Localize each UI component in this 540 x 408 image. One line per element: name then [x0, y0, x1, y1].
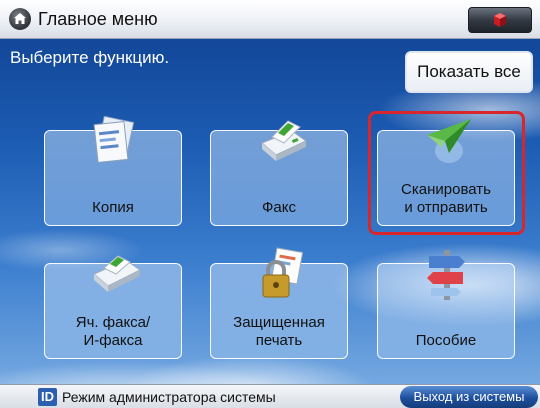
show-all-button[interactable]: Показать все — [405, 51, 533, 93]
fax-inbox-tile[interactable]: Яч. факса/ И-факса — [44, 255, 182, 359]
fax-inbox-label: Яч. факса/ И-факса — [75, 314, 151, 349]
copy-tile[interactable]: Копия — [44, 115, 182, 226]
logout-button[interactable]: Выход из системы — [400, 386, 538, 408]
fax-icon — [261, 120, 307, 161]
secure-print-tile[interactable]: Защищенная печать — [210, 247, 348, 359]
settings-cube-icon — [494, 13, 506, 27]
padlock-icon — [262, 247, 304, 298]
manual-tile[interactable]: Пособие — [377, 250, 515, 359]
copy-label: Копия — [92, 199, 134, 216]
fax-inbox-icon — [93, 255, 141, 292]
fax-tile[interactable]: Факс — [210, 120, 348, 226]
secure-print-label: Защищенная печать — [233, 314, 325, 349]
scan-and-send-tile[interactable]: Сканировать и отправить — [377, 119, 515, 226]
admin-mode-text: Режим администратора системы — [62, 389, 276, 405]
page-title: Главное меню — [38, 9, 158, 29]
signpost-icon — [427, 250, 465, 300]
id-badge-icon: ID — [38, 388, 57, 406]
paper-plane-icon — [427, 119, 471, 163]
function-prompt: Выберите функцию. — [10, 48, 170, 67]
main-menu-screen: Главное меню Выберите функцию. Показать … — [0, 0, 540, 408]
scan-and-send-label: Сканировать и отправить — [401, 181, 491, 216]
home-icon — [9, 8, 31, 30]
copy-icon — [93, 115, 135, 164]
title-bar: Главное меню — [0, 0, 540, 39]
fax-label: Факс — [262, 199, 296, 216]
settings-button[interactable] — [468, 7, 532, 33]
manual-label: Пособие — [415, 332, 477, 349]
status-bar: ID Режим администратора системы Выход из… — [0, 384, 540, 408]
